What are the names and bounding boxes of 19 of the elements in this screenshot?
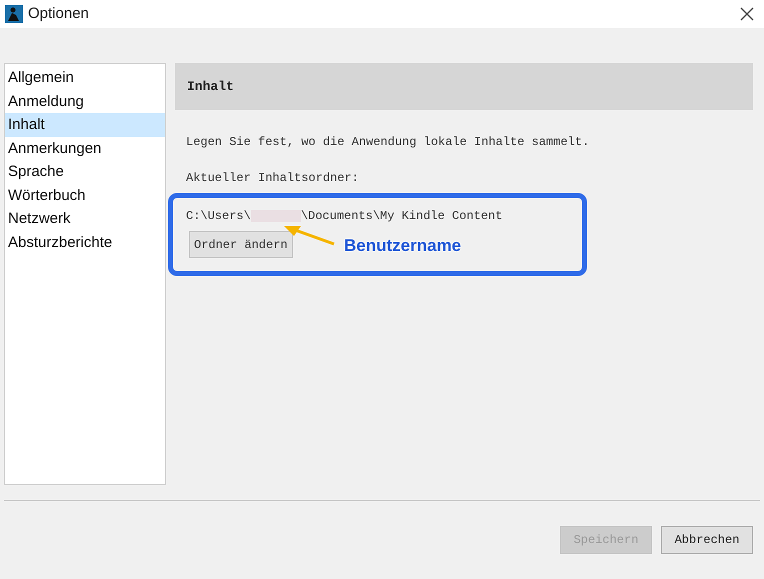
path-text: C:\Users\ bbox=[186, 208, 251, 225]
close-icon[interactable] bbox=[740, 7, 754, 21]
sidebar-item[interactable]: Absturzberichte bbox=[5, 230, 165, 254]
panel-heading: Inhalt bbox=[187, 78, 234, 96]
sidebar-item[interactable]: Sprache bbox=[5, 160, 165, 184]
sidebar-item[interactable]: Wörterbuch bbox=[5, 184, 165, 207]
change-folder-button[interactable]: Ordner ändern bbox=[189, 231, 293, 258]
sidebar-item[interactable]: Inhalt bbox=[5, 113, 165, 136]
window-title: Optionen bbox=[28, 4, 89, 24]
sidebar-item[interactable]: Anmerkungen bbox=[5, 136, 165, 160]
description-text: Legen Sie fest, wo die Anwendung lokale Inhalte sammelt. bbox=[186, 134, 590, 151]
annotation-label: Benutzername bbox=[344, 235, 462, 257]
path-text: \Documents\My Kindle Content bbox=[300, 208, 502, 225]
sidebar-item[interactable]: Netzwerk bbox=[5, 207, 165, 230]
sidebar-item[interactable]: Anmeldung bbox=[5, 90, 165, 113]
app-logo-icon bbox=[5, 5, 23, 23]
folder-label: Aktueller Inhaltsordner: bbox=[186, 170, 360, 187]
sidebar-item[interactable]: Allgemein bbox=[5, 66, 165, 90]
dialog-button[interactable]: Abbrechen bbox=[661, 526, 753, 554]
